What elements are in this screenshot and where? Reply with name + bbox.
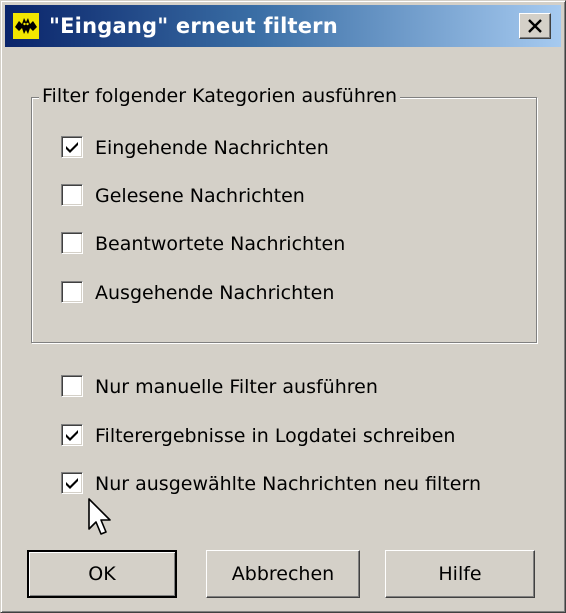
- window-title: "Eingang" erneut filtern: [49, 14, 338, 38]
- mouse-pointer-icon: [88, 498, 111, 535]
- help-button[interactable]: Hilfe: [385, 550, 535, 598]
- checkbox-label: Filterergebnisse in Logdatei schreiben: [95, 425, 456, 447]
- filter-dialog: "Eingang" erneut filtern Filter folgende…: [0, 0, 566, 613]
- checkmark-icon: [66, 430, 78, 441]
- checkbox-box[interactable]: [61, 472, 83, 494]
- checkbox-label: Beantwortete Nachrichten: [95, 233, 346, 255]
- checkbox-box[interactable]: [61, 375, 83, 397]
- checkmark-icon: [66, 142, 78, 153]
- checkbox-label: Eingehende Nachrichten: [95, 137, 329, 159]
- checkbox-box[interactable]: [61, 136, 83, 158]
- checkbox-box[interactable]: [61, 424, 83, 446]
- app-icon: [13, 13, 39, 39]
- checkbox-label: Nur ausgewählte Nachrichten neu filtern: [95, 473, 481, 495]
- checkbox-label: Gelesene Nachrichten: [95, 185, 305, 207]
- title-bar[interactable]: "Eingang" erneut filtern: [5, 5, 561, 47]
- checkbox-label: Ausgehende Nachrichten: [95, 282, 335, 304]
- checkbox-label: Nur manuelle Filter ausführen: [95, 376, 378, 398]
- checkbox-box[interactable]: [61, 184, 83, 206]
- groupbox-legend: Filter folgender Kategorien ausführen: [39, 85, 401, 107]
- close-icon: [528, 19, 542, 33]
- checkbox-box[interactable]: [61, 281, 83, 303]
- cancel-button[interactable]: Abbrechen: [206, 550, 360, 598]
- ok-button[interactable]: OK: [27, 550, 177, 598]
- close-button[interactable]: [519, 13, 551, 39]
- checkmark-icon: [66, 478, 78, 489]
- checkbox-box[interactable]: [61, 232, 83, 254]
